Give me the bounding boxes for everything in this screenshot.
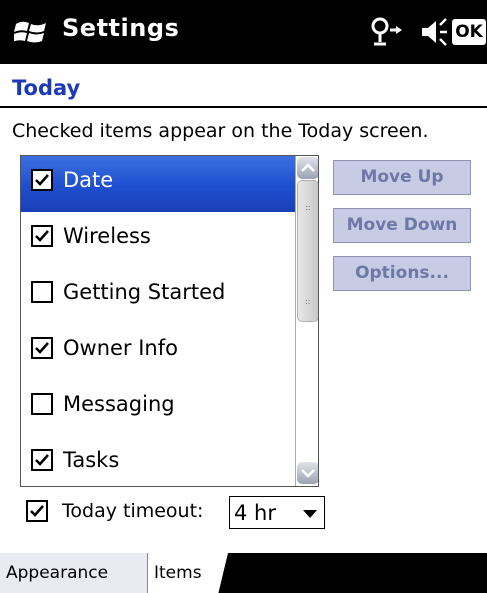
list-item-getting-started[interactable]: Getting Started — [21, 268, 295, 324]
list-item-label: Owner Info — [63, 336, 178, 360]
connectivity-icon[interactable] — [370, 16, 410, 48]
tab-bar: Appearance Items — [0, 553, 487, 593]
today-items-list[interactable]: Date Wireless Getting Started Owner Info… — [20, 155, 319, 487]
getting-started-checkbox[interactable] — [31, 281, 53, 303]
wireless-checkbox[interactable] — [31, 225, 53, 247]
timeout-value: 4 hr — [234, 501, 276, 525]
title-bar: Settings OK — [0, 0, 487, 64]
chevron-down-icon — [301, 469, 315, 478]
tasks-checkbox[interactable] — [31, 449, 53, 471]
tab-items[interactable]: Items — [148, 553, 228, 593]
grip-icon: :: — [305, 297, 311, 306]
owner-info-checkbox[interactable] — [31, 337, 53, 359]
scroll-up-button[interactable] — [297, 157, 318, 179]
list-item-label: Wireless — [63, 224, 151, 248]
today-timeout-checkbox[interactable] — [26, 500, 48, 522]
grip-icon: :: — [305, 203, 311, 212]
instructions-text: Checked items appear on the Today screen… — [12, 120, 429, 142]
list-scrollbar[interactable]: :: :: — [295, 156, 318, 486]
list-item-owner-info[interactable]: Owner Info — [21, 324, 295, 380]
scroll-thumb[interactable]: :: :: — [297, 180, 318, 322]
page-title: Today — [12, 76, 81, 100]
date-checkbox[interactable] — [31, 169, 53, 191]
windows-flag-icon[interactable] — [14, 18, 48, 46]
list-item-tasks[interactable]: Tasks — [21, 436, 295, 486]
today-timeout-select[interactable]: 4 hr — [229, 496, 325, 529]
tab-appearance[interactable]: Appearance — [0, 553, 148, 593]
today-timeout-label: Today timeout: — [62, 500, 204, 522]
ok-button[interactable]: OK — [452, 19, 486, 45]
list-item-label: Getting Started — [63, 280, 226, 304]
list-item-wireless[interactable]: Wireless — [21, 212, 295, 268]
app-title: Settings — [62, 14, 180, 42]
move-down-button[interactable]: Move Down — [333, 208, 471, 243]
list-item-messaging[interactable]: Messaging — [21, 380, 295, 436]
options-button[interactable]: Options... — [333, 256, 471, 291]
header-divider — [0, 106, 487, 108]
chevron-up-icon — [301, 163, 315, 172]
page-header: Today — [0, 64, 487, 108]
move-up-button[interactable]: Move Up — [333, 160, 471, 195]
volume-icon[interactable] — [418, 16, 448, 48]
list-item-label: Date — [63, 168, 114, 192]
dropdown-arrow-icon — [303, 510, 317, 518]
scroll-down-button[interactable] — [297, 462, 318, 484]
messaging-checkbox[interactable] — [31, 393, 53, 415]
list-item-date[interactable]: Date — [21, 156, 295, 212]
list-item-label: Messaging — [63, 392, 175, 416]
list-item-label: Tasks — [63, 448, 120, 472]
